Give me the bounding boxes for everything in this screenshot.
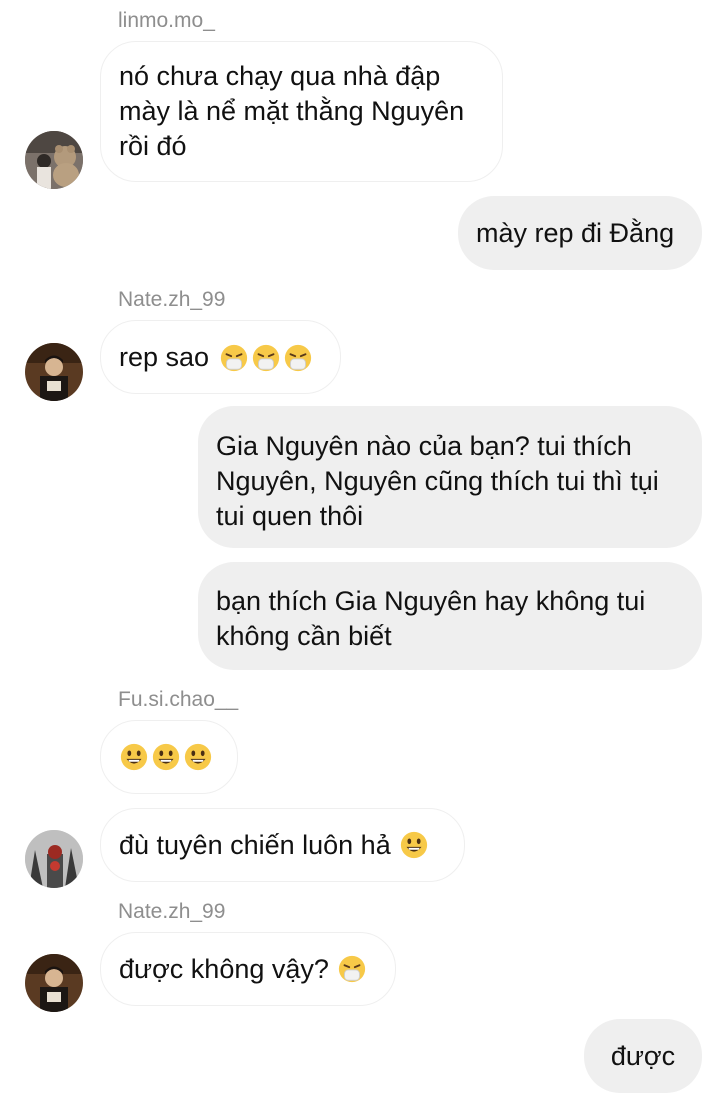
message-text: bạn thích Gia Nguyên hay không tui không… bbox=[216, 586, 646, 651]
message-bubble-incoming[interactable] bbox=[100, 720, 238, 794]
sender-name: Nate.zh_99 bbox=[118, 288, 226, 311]
grinning-face-icon bbox=[184, 743, 212, 771]
sender-name: Fu.si.chao__ bbox=[118, 688, 239, 711]
avatar[interactable] bbox=[25, 343, 83, 401]
message-text: được bbox=[610, 1040, 676, 1071]
message-bubble-outgoing[interactable]: được bbox=[584, 1019, 702, 1093]
message-bubble-outgoing[interactable]: Gia Nguyên nào của bạn? tui thích Nguyên… bbox=[198, 406, 702, 548]
avatar[interactable] bbox=[25, 830, 83, 888]
message-text: đù tuyên chiến luôn hả bbox=[119, 829, 391, 860]
message-bubble-incoming[interactable]: rep sao bbox=[100, 320, 341, 394]
message-text: rep sao bbox=[119, 341, 210, 372]
sneezing-face-icon bbox=[220, 345, 248, 372]
message-bubble-outgoing[interactable]: mày rep đi Đằng bbox=[458, 196, 702, 270]
message-bubble-incoming[interactable]: nó chưa chạy qua nhà đập mày là nể mặt t… bbox=[100, 41, 503, 182]
avatar[interactable] bbox=[25, 131, 83, 189]
sneezing-face-icon bbox=[338, 955, 366, 983]
avatar[interactable] bbox=[25, 954, 83, 1012]
message-bubble-outgoing[interactable]: bạn thích Gia Nguyên hay không tui không… bbox=[198, 562, 702, 670]
message-bubble-incoming[interactable]: được không vậy? bbox=[100, 932, 396, 1006]
sender-name: Nate.zh_99 bbox=[118, 900, 226, 923]
emoji-group bbox=[217, 340, 313, 375]
message-text: nó chưa chạy qua nhà đập mày là nể mặt t… bbox=[119, 61, 465, 161]
sneezing-face-icon bbox=[284, 345, 312, 372]
grinning-face-icon bbox=[400, 831, 427, 859]
sneezing-face-icon bbox=[252, 345, 280, 372]
message-bubble-incoming[interactable]: đù tuyên chiến luôn hả bbox=[100, 808, 465, 882]
message-text: mày rep đi Đằng bbox=[476, 217, 675, 248]
message-text: được không vậy? bbox=[119, 953, 329, 984]
grinning-face-icon bbox=[152, 743, 180, 771]
grinning-face-icon bbox=[120, 743, 148, 771]
sender-name: linmo.mo_ bbox=[118, 9, 215, 32]
message-text: Gia Nguyên nào của bạn? tui thích Nguyên… bbox=[216, 431, 659, 531]
